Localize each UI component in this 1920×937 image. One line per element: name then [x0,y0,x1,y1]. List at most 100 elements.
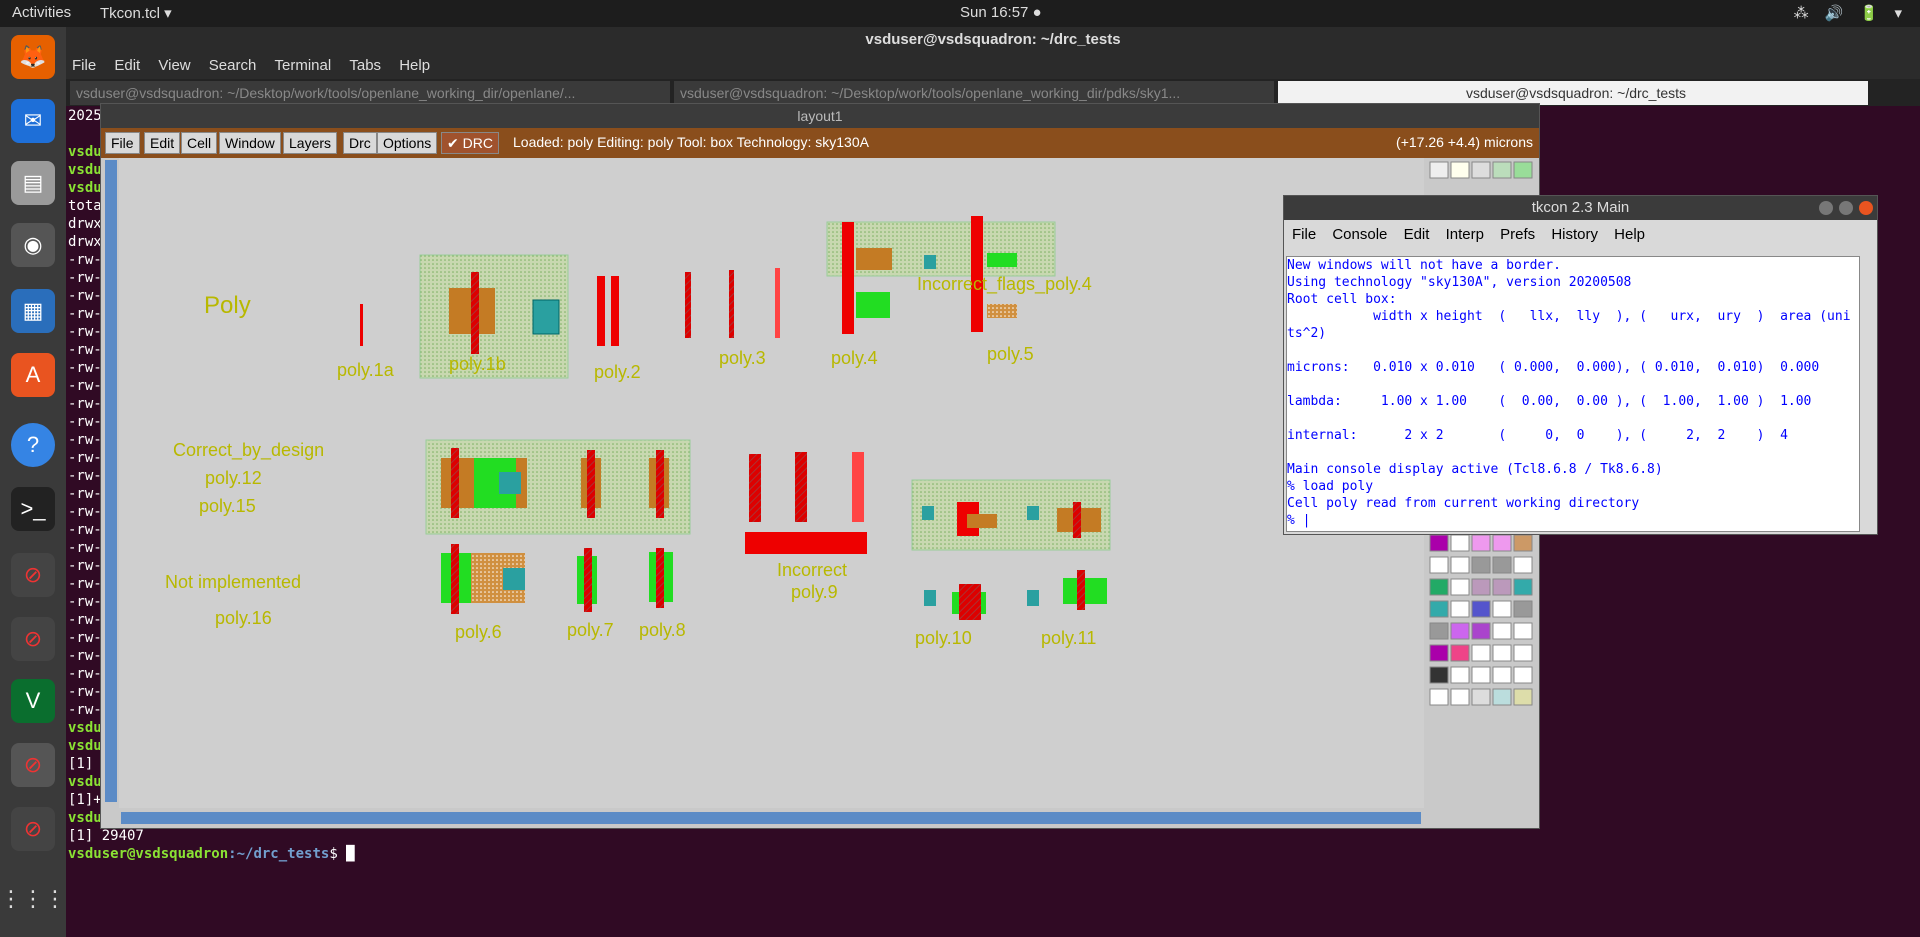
label-poly-16: poly.16 [215,608,272,628]
poly-shape [795,452,807,522]
magic-menu-cell[interactable]: Cell [181,132,218,154]
label-incorrect-flags: Incorrect_flags_poly.4 [917,274,1092,294]
label-poly-1a: poly.1a [337,360,394,380]
software-icon[interactable]: A [11,353,55,397]
menu-help[interactable]: Help [399,57,430,74]
close-button[interactable] [1859,201,1873,215]
magic-menu-window[interactable]: Window [219,132,281,154]
tkcon-menu-edit[interactable]: Edit [1404,226,1430,243]
poly-shape [842,222,854,334]
poly-shape [656,450,664,518]
label-poly-12: poly.12 [205,468,262,488]
terminal-tab-active[interactable]: vsduser@vsdsquadron: ~/drc_tests [1278,81,1868,105]
terminal-title: vsduser@vsdsquadron: ~/drc_tests [66,27,1920,53]
label-poly-10: poly.10 [915,628,972,648]
maximize-button[interactable] [1839,201,1853,215]
show-apps-icon[interactable]: ⋮⋮⋮ [0,877,66,921]
diff-shape [856,248,892,270]
poly-shape [360,304,363,346]
contact-shape [1027,590,1039,606]
drc-toggle[interactable]: ✔ DRC [441,132,499,154]
horizontal-scrollbar[interactable] [121,812,1421,824]
magic-menubar: File Edit Cell Window Layers Drc Options… [101,128,1539,158]
poly-shape [451,544,459,614]
label-poly-11: poly.11 [1041,628,1097,648]
activities-button[interactable]: Activities [12,4,71,21]
files-icon[interactable]: ▤ [11,161,55,205]
poly-shape [749,454,761,522]
diff-shape [987,304,1017,318]
menu-terminal[interactable]: Terminal [275,57,332,74]
tkcon-menu-file[interactable]: File [1292,226,1316,243]
tkcon-menu-console[interactable]: Console [1332,226,1387,243]
magic-menu-options[interactable]: Options [377,132,438,154]
top-bar: Activities Tkcon.tcl ▾ Sun 16:57 ● ⁂ 🔊 🔋… [0,0,1920,27]
poly-shape [775,268,780,338]
terminal-icon[interactable]: >_ [11,487,55,531]
poly-shape [471,272,479,354]
system-tray[interactable]: ⁂ 🔊 🔋 ▾ [1794,4,1908,22]
tkcon-menubar: File Console Edit Interp Prefs History H… [1284,220,1877,250]
label-poly-9: poly.9 [791,582,838,602]
diff-shape [856,292,890,318]
terminal-line: [1] 29407 [68,828,144,844]
writer-icon[interactable]: ▦ [11,289,55,333]
label-correct-by-design: Correct_by_design [173,440,325,460]
terminal-menubar: File Edit View Search Terminal Tabs Help [66,53,1920,79]
help-icon[interactable]: ? [11,423,55,467]
poly-shape [685,272,691,338]
contact-shape [924,590,936,606]
tkcon-menu-prefs[interactable]: Prefs [1500,226,1535,243]
menu-search[interactable]: Search [209,57,257,74]
poly-shape [656,548,664,608]
minimize-button[interactable] [1819,201,1833,215]
magic-menu-edit[interactable]: Edit [144,132,181,154]
menu-edit[interactable]: Edit [114,57,140,74]
thunderbird-icon[interactable]: ✉ [11,99,55,143]
label-poly-8: poly.8 [639,620,686,640]
rhythmbox-icon[interactable]: ◉ [11,223,55,267]
magic-menu-drc[interactable]: Drc [343,132,377,154]
blocked-app-icon[interactable]: ⊘ [11,743,55,787]
contact-shape [924,255,936,269]
poly-shape [729,270,734,338]
blocked-app-icon[interactable]: ⊘ [11,553,55,597]
poly-shape [852,452,864,522]
label-poly-4: poly.4 [831,348,878,368]
dock: 🦊 ✉ ▤ ◉ ▦ A ? >_ ⊘ ⊘ V ⊘ ⊘ ⋮⋮⋮ [0,27,66,937]
terminal-tab[interactable]: vsduser@vsdsquadron: ~/Desktop/work/tool… [70,81,670,105]
poly-shape [451,448,459,518]
label-poly-7: poly.7 [567,620,614,640]
cursor-coords: (+17.26 +4.4) microns [1396,134,1533,150]
tkcon-menu-interp[interactable]: Interp [1446,226,1484,243]
poly-shape [597,276,605,346]
layout-canvas[interactable]: Poly poly.1a poly.1b poly.2 poly.3 poly.… [119,158,1424,808]
label-poly-3: poly.3 [719,348,766,368]
magic-menu-file[interactable]: File [105,132,140,154]
label-poly-6: poly.6 [455,622,502,642]
contact-shape [1027,506,1039,520]
menu-file[interactable]: File [72,57,96,74]
magic-status: Loaded: poly Editing: poly Tool: box Tec… [513,134,869,150]
vim-icon[interactable]: V [11,679,55,723]
firefox-icon[interactable]: 🦊 [11,35,55,79]
poly-shape [959,584,981,620]
blocked-app-icon[interactable]: ⊘ [11,617,55,661]
tkcon-console[interactable]: New windows will not have a border. Usin… [1286,256,1860,532]
magic-title: layout1 [101,104,1539,128]
tkcon-menu-help[interactable]: Help [1614,226,1645,243]
magic-menu-layers[interactable]: Layers [283,132,338,154]
clock[interactable]: Sun 16:57 ● [960,4,1042,21]
label-poly-2: poly.2 [594,362,641,382]
poly-shape [584,548,592,612]
poly-shape [587,450,595,518]
menu-tabs[interactable]: Tabs [349,57,381,74]
app-menu[interactable]: Tkcon.tcl ▾ [100,4,172,22]
terminal-tabs: vsduser@vsdsquadron: ~/Desktop/work/tool… [66,79,1920,106]
blocked-app-icon[interactable]: ⊘ [11,807,55,851]
terminal-tab[interactable]: vsduser@vsdsquadron: ~/Desktop/work/tool… [674,81,1274,105]
menu-view[interactable]: View [158,57,190,74]
vertical-scrollbar[interactable] [105,160,117,802]
poly-shape [1077,570,1085,610]
tkcon-menu-history[interactable]: History [1551,226,1598,243]
